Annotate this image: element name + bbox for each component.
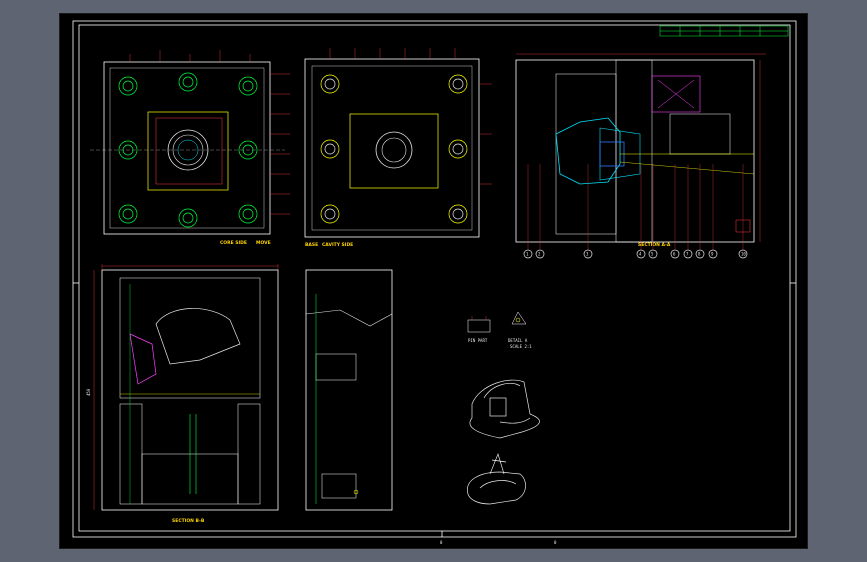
guide-hole [118, 204, 138, 224]
cavity-part-ring [375, 131, 413, 169]
part-balloon-number: 2 [538, 252, 541, 257]
drawing-frame [72, 20, 797, 538]
guide-bushing [320, 204, 340, 224]
guide-bushing-inner [452, 208, 464, 220]
part-balloon-number: 1 [526, 252, 529, 257]
guide-hole-inner [182, 76, 194, 88]
section-bb-title: SECTION B-B [172, 518, 205, 524]
guide-bushing [320, 139, 340, 159]
part-balloon-number: 8 [698, 252, 701, 257]
guide-hole [238, 76, 258, 96]
part-balloon-number: 5 [651, 252, 654, 257]
iso-part-bottom [467, 452, 526, 505]
core-side-title: CORE SIDE [220, 240, 247, 246]
frame-mark-right: 0 [554, 540, 557, 545]
section-bb-height-dim: 450 [86, 388, 91, 396]
guide-hole [178, 208, 198, 228]
guide-hole-inner [242, 80, 254, 92]
cavity-side-view: BASE CAVITY SIDE [304, 48, 492, 248]
guide-bushing-inner [452, 143, 464, 155]
guide-bushing-inner [452, 78, 464, 90]
guide-hole-inner [122, 208, 134, 220]
part-balloon-number: 6 [673, 252, 676, 257]
guide-bushing-inner [324, 143, 336, 155]
part-balloon-number: 3 [586, 252, 589, 257]
guide-bushing-inner [324, 78, 336, 90]
part-balloon-number: 7 [686, 252, 689, 257]
title-block [659, 25, 789, 37]
guide-bushing [320, 74, 340, 94]
iso-part-top [469, 379, 540, 439]
guide-hole [238, 204, 258, 224]
guide-hole-inner [182, 212, 194, 224]
guide-hole-inner [122, 80, 134, 92]
frame-mark-left: 0 [440, 540, 443, 545]
section-aa-outline [515, 59, 755, 243]
core-side-view: CORE SIDE MOVE [90, 50, 290, 246]
core-insert [147, 111, 229, 191]
cavity-side-title: CAVITY SIDE [322, 242, 353, 248]
core-side-note: MOVE [256, 240, 271, 246]
mold-assembly-drawing: 0 0 CORE SIDE MOVE BASE CAVITY SIDE SECT… [72, 20, 797, 545]
detail-a-label: PIN PART [468, 338, 488, 343]
cad-viewport[interactable]: 0 0 CORE SIDE MOVE BASE CAVITY SIDE SECT… [59, 13, 808, 549]
guide-hole [118, 76, 138, 96]
section-bb-part [155, 308, 241, 365]
side-section-view [305, 269, 393, 511]
guide-bushing-inner [324, 208, 336, 220]
part-balloons: 1 2 3 4 5 6 7 8 9 10 [523, 164, 748, 259]
guide-hole-inner [242, 208, 254, 220]
core-plate [103, 61, 271, 235]
guide-bushing [448, 204, 468, 224]
detail-b-scale: SCALE 2:1 [510, 344, 532, 349]
guide-hole [178, 72, 198, 92]
detail-views: PIN PART DETAIL A SCALE 2:1 [467, 311, 532, 349]
cavity-side-note: BASE [305, 242, 318, 248]
section-bb-view: 450 SECTION B-B [86, 264, 279, 524]
outer-border [72, 20, 797, 538]
section-aa-title: SECTION A-A [638, 242, 671, 248]
part-balloon-number: 4 [639, 252, 642, 257]
guide-bushing [448, 139, 468, 159]
part-balloon-number: 10 [741, 252, 746, 257]
guide-bushing [448, 74, 468, 94]
cavity-guide-holes [320, 74, 468, 224]
part-balloon-number: 9 [711, 252, 714, 257]
cavity-insert [349, 113, 439, 189]
detail-b-label: DETAIL A [508, 338, 528, 343]
